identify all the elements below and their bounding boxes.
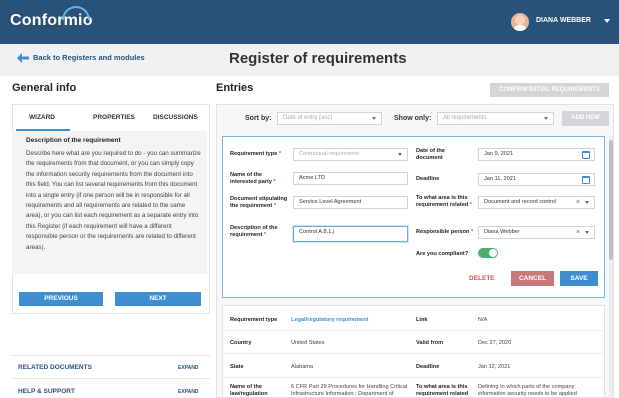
tab-discussions[interactable]: DISCUSSIONS (153, 114, 198, 121)
divider (224, 353, 603, 354)
add-new-button[interactable]: ADD NEW (562, 111, 609, 126)
area-select[interactable]: Document and record control × (478, 196, 595, 209)
deadline-input[interactable]: Jan 11, 2021 (478, 173, 595, 186)
responsible-person-label: Responsible person * (416, 229, 474, 235)
next-button[interactable]: NEXT (115, 292, 201, 306)
arrow-left-icon[interactable] (17, 53, 29, 63)
tab-wizard[interactable]: WIZARD (29, 114, 55, 121)
record-deadline-value: Jan 12, 2021 (478, 364, 511, 370)
show-only-value: All requirements (443, 115, 487, 121)
wizard-description-text: Describe here what are you required to d… (26, 150, 201, 251)
record-area-label: To what area is this requirement related (416, 384, 469, 397)
show-only-label: Show only: (394, 115, 432, 122)
record-type-value[interactable]: Legal/regulatory requirement (291, 317, 368, 324)
user-name[interactable]: DIANA WEBBER (536, 17, 591, 24)
area-label: To what area is this requirement related… (416, 195, 472, 208)
record-deadline-label: Deadline (416, 364, 440, 370)
record-country-label: Country (230, 340, 252, 346)
sort-by-value: Date of entry (asc) (283, 115, 333, 121)
record-law-value: 6 CFR Part 29 Procedures for Handling Cr… (291, 384, 408, 397)
show-only-select[interactable]: All requirements (437, 112, 554, 125)
compliant-label: Are you compliant? (416, 251, 469, 257)
record-valid-value: Dec 27, 2020 (478, 340, 512, 346)
wizard-description-title: Description of the requirement (26, 137, 121, 144)
deadline-label: Deadline (416, 176, 440, 182)
document-input[interactable]: Service Level Agreement (293, 196, 408, 209)
compliant-toggle[interactable] (478, 248, 498, 258)
record-type-label: Requirement type (230, 317, 278, 323)
related-documents-link[interactable]: RELATED DOCUMENTS (18, 364, 92, 371)
confirm-initial-requirements-button[interactable]: CONFIRM INITIAL REQUIREMENTS (490, 83, 609, 97)
interested-party-input[interactable]: Acme LTD (293, 172, 408, 185)
chevron-down-icon (585, 231, 589, 234)
record-area-value: Defining to which parts of the company i… (478, 384, 577, 397)
cancel-button[interactable]: CANCEL (511, 271, 554, 286)
requirement-type-label: Requirement type * (230, 151, 281, 157)
general-info-heading: General info (12, 82, 77, 94)
clear-icon[interactable]: × (576, 197, 580, 208)
save-button[interactable]: SAVE (560, 271, 598, 286)
document-date-input[interactable]: Jan 9, 2021 (478, 148, 595, 161)
chevron-down-icon (585, 201, 589, 204)
clear-icon[interactable]: × (576, 227, 580, 238)
description-label: Description of the requirement * (230, 225, 278, 238)
delete-button[interactable]: DELETE (469, 275, 495, 282)
page-title: Register of requirements (229, 50, 407, 67)
help-support-link[interactable]: HELP & SUPPORT (18, 388, 75, 395)
chevron-down-icon (544, 117, 548, 120)
record-country-value: United States (291, 340, 325, 346)
divider (224, 330, 603, 331)
related-documents-expand[interactable]: EXPAND (178, 365, 198, 371)
divider (12, 355, 210, 356)
record-link-label: Link (416, 317, 428, 323)
record-valid-label: Valid from (416, 340, 444, 346)
calendar-icon[interactable] (582, 176, 590, 184)
avatar[interactable] (511, 13, 529, 31)
document-label: Document stipulating the requirement * (230, 196, 288, 209)
entries-heading: Entries (216, 82, 254, 94)
back-to-registers-link[interactable]: Back to Registers and modules (33, 53, 145, 62)
scrollbar-thumb[interactable] (609, 140, 613, 260)
previous-button[interactable]: PREVIOUS (19, 292, 103, 306)
interested-party-label: Name of the interested party * (230, 172, 276, 185)
sort-by-label: Sort by: (245, 115, 272, 122)
divider (12, 378, 210, 379)
record-state-value: Alabama (291, 364, 314, 370)
description-input[interactable]: Control A.8.1.| (293, 226, 408, 242)
document-date-label: Date of the document (416, 148, 445, 161)
record-state-label: State (230, 364, 244, 370)
sort-by-select[interactable]: Date of entry (asc) (277, 112, 382, 125)
requirement-type-select[interactable]: Contractual requirement (293, 148, 408, 161)
divider (224, 377, 603, 378)
chevron-down-icon[interactable] (604, 19, 610, 23)
chevron-down-icon (398, 153, 402, 156)
record-law-label: Name of the law/regulation (230, 384, 268, 397)
record-link-value: N/A (478, 317, 488, 323)
calendar-icon[interactable] (582, 151, 590, 159)
help-support-expand[interactable]: EXPAND (178, 389, 198, 395)
responsible-person-select[interactable]: Diana Webber × (478, 226, 595, 239)
tab-properties[interactable]: PROPERTIES (93, 114, 135, 121)
chevron-down-icon (372, 117, 376, 120)
